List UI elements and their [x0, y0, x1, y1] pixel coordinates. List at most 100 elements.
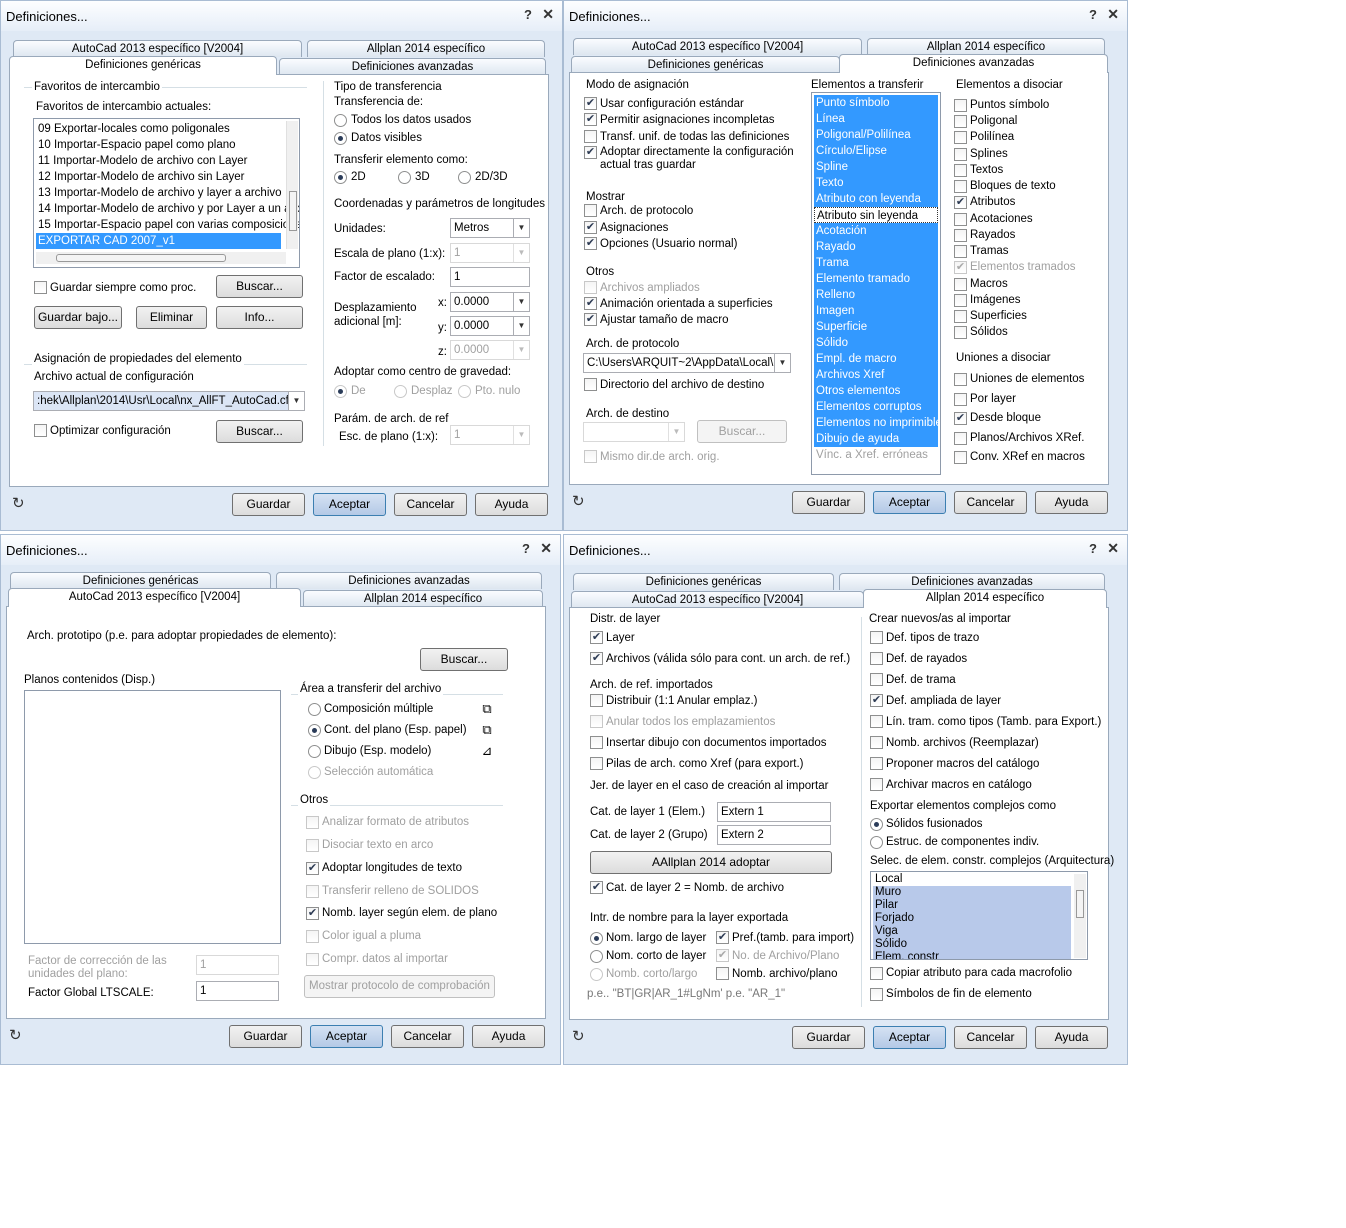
disoc-checkbox-8[interactable] [954, 229, 967, 242]
close-icon[interactable]: ✕ [542, 6, 554, 23]
list-item[interactable]: Acotación [814, 223, 938, 239]
nom-corto-radio[interactable] [590, 950, 603, 963]
modo-checkbox-0[interactable]: ✔ [584, 97, 597, 110]
list-item[interactable]: Rayado [814, 239, 938, 255]
ayuda-button[interactable]: Ayuda [475, 493, 548, 516]
help-icon[interactable]: ? [1089, 541, 1097, 556]
list-item[interactable]: 09 Exportar-locales como poligonales [36, 121, 297, 137]
disoc-checkbox-6[interactable]: ✔ [954, 196, 967, 209]
crear-checkbox-2[interactable] [870, 673, 883, 686]
adoptar-button[interactable]: AAllplan 2014 adoptar [590, 851, 832, 874]
list-item[interactable]: Poligonal/Polilínea [814, 127, 938, 143]
list-item[interactable]: Círculo/Elipse [814, 143, 938, 159]
tab-definiciones-avanzadas[interactable]: Definiciones avanzadas [839, 54, 1108, 73]
x-input[interactable]: 0.0000 ▼ [450, 292, 530, 312]
visibles-radio[interactable] [334, 132, 347, 145]
tab-allplan[interactable]: Allplan 2014 específico [303, 590, 543, 607]
aceptar-button[interactable]: Aceptar [873, 491, 946, 514]
aceptar-button[interactable]: Aceptar [313, 493, 386, 516]
list-item[interactable]: Texto [814, 175, 938, 191]
nomb-cl-radio[interactable] [590, 968, 603, 981]
tab-allplan[interactable]: Allplan 2014 específico [867, 38, 1105, 55]
simbolos-checkbox[interactable] [870, 988, 883, 1001]
solidos-radio[interactable] [870, 818, 883, 831]
cat2-input[interactable]: Extern 2 [717, 825, 831, 845]
protocolo-select[interactable]: C:\Users\ARQUIT~2\AppData\Local\ ▼ [583, 353, 791, 373]
destino-select[interactable]: ▼ [583, 422, 685, 442]
esc-plano-select[interactable]: 1 ▼ [450, 425, 530, 445]
tab-autocad[interactable]: AutoCad 2013 específico [V2004] [573, 38, 862, 55]
crear-checkbox-3[interactable]: ✔ [870, 694, 883, 707]
ayuda-button[interactable]: Ayuda [472, 1025, 545, 1048]
cancelar-button[interactable]: Cancelar [391, 1025, 464, 1048]
list-item[interactable]: Viga [873, 925, 1071, 938]
list-item[interactable]: Elemento tramado [814, 271, 938, 287]
disoc-checkbox-3[interactable] [954, 148, 967, 161]
tab-definiciones-avanzadas[interactable]: Definiciones avanzadas [276, 572, 542, 589]
crear-checkbox-7[interactable] [870, 778, 883, 791]
radio-2d[interactable] [334, 171, 347, 184]
disoc-checkbox-1[interactable] [954, 115, 967, 128]
scrollbar-vertical[interactable] [286, 121, 298, 249]
otros-checkbox-0[interactable] [584, 281, 597, 294]
list-item[interactable]: Punto símbolo [814, 95, 938, 111]
tab-definiciones-genericas[interactable]: Definiciones genéricas [9, 56, 277, 75]
area-radio-3[interactable] [308, 766, 321, 779]
archivos-checkbox[interactable]: ✔ [590, 652, 603, 665]
uniones-checkbox-1[interactable] [954, 393, 967, 406]
pto-nulo-radio[interactable] [458, 385, 471, 398]
guardar-siempre-checkbox[interactable] [34, 281, 47, 294]
area-radio-0[interactable] [308, 703, 321, 716]
tab-definiciones-genericas[interactable]: Definiciones genéricas [10, 572, 271, 589]
pilas-checkbox[interactable] [590, 757, 603, 770]
list-item[interactable]: Línea [814, 111, 938, 127]
list-item[interactable]: Pilar [873, 899, 1071, 912]
z-input[interactable]: 0.0000 ▼ [450, 340, 530, 360]
close-icon[interactable]: ✕ [540, 540, 552, 557]
list-item[interactable]: Forjado [873, 912, 1071, 925]
tab-definiciones-genericas[interactable]: Definiciones genéricas [571, 56, 840, 73]
disoc-checkbox-7[interactable] [954, 213, 967, 226]
config-file-select[interactable]: :hek\Allplan\2014\Usr\Local\nx_AllFT_Aut… [33, 391, 305, 411]
otros-checkbox-6[interactable] [306, 953, 319, 966]
reset-icon[interactable]: ↻ [572, 494, 588, 510]
otros-checkbox-1[interactable]: ✔ [584, 297, 597, 310]
no-arch-checkbox[interactable]: ✔ [716, 949, 729, 962]
disoc-checkbox-11[interactable] [954, 278, 967, 291]
list-item[interactable]: Trama [814, 255, 938, 271]
nom-largo-radio[interactable] [590, 932, 603, 945]
guardar-button[interactable]: Guardar [229, 1025, 302, 1048]
mostrar-checkbox-0[interactable] [584, 204, 597, 217]
cancelar-button[interactable]: Cancelar [394, 493, 467, 516]
list-item[interactable]: Vínc. a Xref. erróneas [814, 447, 938, 463]
pref-checkbox[interactable]: ✔ [716, 931, 729, 944]
close-icon[interactable]: ✕ [1107, 6, 1119, 23]
list-item[interactable]: Atributo sin leyenda [814, 207, 938, 223]
y-input[interactable]: 0.0000 ▼ [450, 316, 530, 336]
area-radio-1[interactable] [308, 724, 321, 737]
crear-checkbox-1[interactable] [870, 652, 883, 665]
mostrar-checkbox-2[interactable]: ✔ [584, 237, 597, 250]
list-item[interactable]: Spline [814, 159, 938, 175]
tab-autocad[interactable]: AutoCad 2013 específico [V2004] [571, 591, 864, 608]
area-radio-2[interactable] [308, 745, 321, 758]
tab-definiciones-avanzadas[interactable]: Definiciones avanzadas [839, 573, 1105, 590]
disoc-checkbox-12[interactable] [954, 294, 967, 307]
escala-select[interactable]: 1 ▼ [450, 243, 530, 263]
otros-checkbox-2[interactable]: ✔ [584, 313, 597, 326]
uniones-checkbox-2[interactable]: ✔ [954, 412, 967, 425]
favorites-list[interactable]: 09 Exportar-locales como poligonales 10 … [33, 118, 300, 268]
optimizar-checkbox[interactable] [34, 424, 47, 437]
list-item[interactable]: Dibujo de ayuda [814, 431, 938, 447]
crear-checkbox-5[interactable] [870, 736, 883, 749]
otros-checkbox-5[interactable] [306, 930, 319, 943]
unidades-select[interactable]: Metros ▼ [450, 218, 530, 238]
disoc-checkbox-14[interactable] [954, 326, 967, 339]
anular-checkbox[interactable] [590, 715, 603, 728]
mismo-dir-checkbox[interactable] [584, 450, 597, 463]
buscar-button[interactable]: Buscar... [216, 275, 303, 298]
mostrar-checkbox-1[interactable]: ✔ [584, 221, 597, 234]
otros-checkbox-3[interactable] [306, 885, 319, 898]
tab-autocad[interactable]: AutoCad 2013 específico [V2004] [13, 40, 302, 57]
dir-destino-checkbox[interactable] [584, 378, 597, 391]
